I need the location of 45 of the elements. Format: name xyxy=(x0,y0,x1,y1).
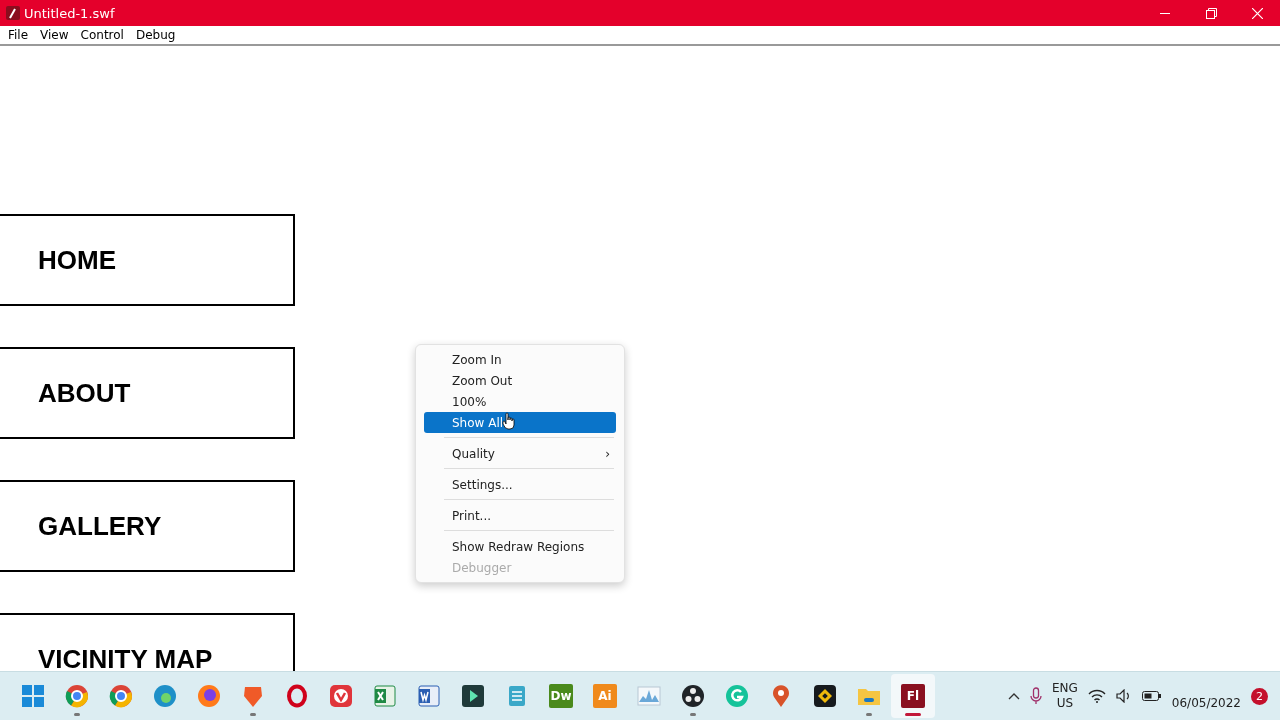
language-indicator[interactable]: ENG US xyxy=(1051,681,1078,711)
browser-icon xyxy=(65,684,89,708)
clock-date[interactable]: 06/05/2022 xyxy=(1171,696,1241,710)
notification-badge[interactable]: 2 xyxy=(1251,687,1268,705)
minimize-icon[interactable] xyxy=(1160,12,1170,14)
nav-button[interactable]: ABOUT xyxy=(0,347,295,439)
nav-button[interactable]: HOME xyxy=(0,214,295,306)
window-title: Untitled-1.swf xyxy=(24,5,115,21)
taskbar-app[interactable]: Dw xyxy=(539,674,583,718)
browser-icon xyxy=(109,684,133,708)
document-icon xyxy=(417,684,441,708)
nav-button[interactable]: GALLERY xyxy=(0,480,295,572)
hand-cursor-icon xyxy=(502,412,516,430)
menu-item[interactable]: Show All xyxy=(424,412,616,433)
restore-icon[interactable] xyxy=(1205,7,1217,19)
battery-icon[interactable] xyxy=(1141,690,1162,702)
chevron-up-icon[interactable] xyxy=(1007,692,1020,700)
ring-icon xyxy=(285,684,309,708)
taskbar-app[interactable]: Fl xyxy=(891,674,935,718)
play-icon xyxy=(461,684,485,708)
shield-icon xyxy=(241,684,265,708)
menu-item[interactable]: Zoom Out xyxy=(424,370,616,391)
g-icon xyxy=(725,684,749,708)
chart-icon xyxy=(637,684,661,708)
browser-icon xyxy=(329,684,353,708)
menu-item[interactable]: View xyxy=(34,28,75,42)
speaker-icon[interactable] xyxy=(1115,689,1132,703)
menu-item[interactable]: File xyxy=(2,28,35,42)
app-icon: Ai xyxy=(593,684,617,708)
wifi-icon[interactable] xyxy=(1087,689,1106,703)
record-icon xyxy=(681,684,705,708)
app-icon: Fl xyxy=(901,684,925,708)
menu-item[interactable]: Zoom In xyxy=(424,349,616,370)
app-icon: Dw xyxy=(549,684,573,708)
browser-icon xyxy=(153,684,177,708)
app-icon xyxy=(6,6,20,20)
menu-item[interactable]: Control xyxy=(74,28,130,42)
menu-item[interactable]: 100% xyxy=(424,391,616,412)
microphone-icon[interactable] xyxy=(1029,687,1042,705)
start-icon xyxy=(21,684,45,708)
spreadsheet-icon xyxy=(373,684,397,708)
nav-button[interactable]: VICINITY MAP xyxy=(0,613,295,671)
close-icon[interactable] xyxy=(1251,7,1263,19)
browser-icon xyxy=(197,684,221,708)
menu-item[interactable]: Debug xyxy=(129,28,182,42)
